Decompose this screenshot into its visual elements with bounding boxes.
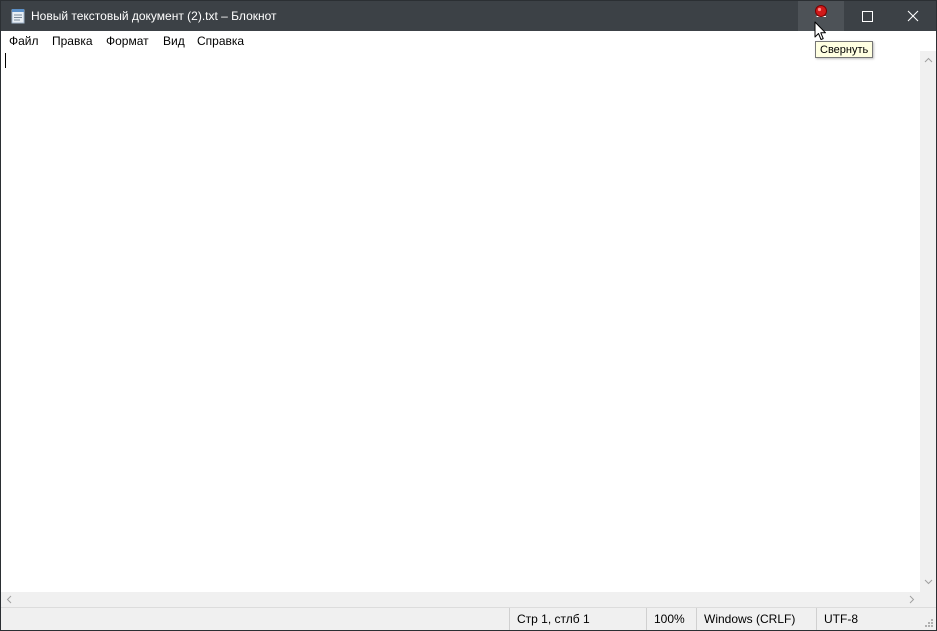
scroll-right-icon[interactable]	[907, 595, 916, 604]
notepad-window: Новый текстовый документ (2).txt – Блокн…	[0, 0, 937, 631]
mouse-cursor-icon	[814, 21, 826, 40]
resize-grip-icon[interactable]	[924, 618, 934, 628]
close-icon	[907, 10, 919, 22]
scroll-down-icon[interactable]	[924, 577, 933, 586]
close-button[interactable]	[890, 1, 936, 31]
title-bar[interactable]: Новый текстовый документ (2).txt – Блокн…	[1, 1, 936, 31]
status-cursor-position: Стр 1, стлб 1	[509, 608, 645, 630]
maximize-icon	[862, 11, 873, 22]
menu-edit[interactable]: Правка	[52, 31, 93, 51]
status-line-endings: Windows (CRLF)	[696, 608, 816, 630]
menu-bar: Файл Правка Формат Вид Справка	[1, 31, 936, 51]
text-caret	[5, 53, 6, 68]
pin-icon	[812, 5, 827, 21]
menu-format[interactable]: Формат	[106, 31, 149, 51]
status-zoom: 100%	[646, 608, 696, 630]
menu-view[interactable]: Вид	[163, 31, 185, 51]
scroll-up-icon[interactable]	[924, 56, 933, 65]
menu-file[interactable]: Файл	[9, 31, 39, 51]
menu-help[interactable]: Справка	[197, 31, 244, 51]
minimize-tooltip: Свернуть	[815, 41, 874, 58]
window-title: Новый текстовый документ (2).txt – Блокн…	[31, 9, 277, 23]
scroll-left-icon[interactable]	[5, 595, 14, 604]
maximize-button[interactable]	[844, 1, 890, 31]
status-encoding: UTF-8	[816, 608, 916, 630]
status-bar: Стр 1, стлб 1 100% Windows (CRLF) UTF-8	[1, 607, 936, 630]
horizontal-scrollbar[interactable]	[1, 592, 920, 607]
scroll-corner	[920, 592, 936, 607]
text-editor[interactable]	[1, 51, 920, 592]
notepad-icon	[11, 9, 25, 24]
vertical-scrollbar[interactable]	[920, 51, 936, 592]
